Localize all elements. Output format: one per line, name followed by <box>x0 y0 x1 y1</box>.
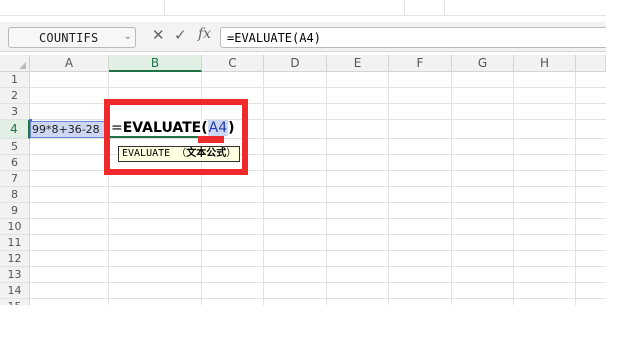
gridline <box>30 87 606 88</box>
row-header-7[interactable]: 7 <box>0 171 30 187</box>
close-icon[interactable]: ✕ <box>152 26 165 44</box>
gridline <box>30 250 606 251</box>
column-header-b[interactable]: B <box>109 55 202 72</box>
select-all-icon <box>19 62 26 69</box>
gridline <box>30 282 606 283</box>
name-box-value: COUNTIFS <box>39 31 99 45</box>
gridline <box>263 72 264 305</box>
reference-handle[interactable] <box>29 119 32 122</box>
gridline <box>30 186 606 187</box>
gridline <box>513 72 514 305</box>
cell-a4[interactable]: 99*8+36-28 <box>30 121 108 138</box>
column-header-a[interactable]: A <box>30 55 109 72</box>
top-strip <box>0 0 606 16</box>
row-header-10[interactable]: 10 <box>0 219 30 235</box>
column-header-e[interactable]: E <box>327 55 389 72</box>
chevron-down-icon[interactable]: ⌄ <box>124 31 132 42</box>
column-header-blank[interactable] <box>576 55 606 72</box>
row-header-8[interactable]: 8 <box>0 187 30 203</box>
highlight-frame <box>104 99 248 175</box>
column-header-h[interactable]: H <box>514 55 576 72</box>
row-header-12[interactable]: 12 <box>0 251 30 267</box>
gridline <box>388 72 389 305</box>
row-header-4[interactable]: 4 <box>0 120 30 139</box>
row-header-5[interactable]: 5 <box>0 139 30 155</box>
gridline <box>326 72 327 305</box>
column-header-g[interactable]: G <box>452 55 514 72</box>
row-header-9[interactable]: 9 <box>0 203 30 219</box>
gridline <box>30 202 606 203</box>
column-header-f[interactable]: F <box>389 55 452 72</box>
gridline <box>30 234 606 235</box>
gridline <box>451 72 452 305</box>
column-header-d[interactable]: D <box>264 55 327 72</box>
spreadsheet-grid[interactable]: A B C D E F G H 1 2 3 4 5 6 7 8 9 10 11 … <box>0 55 606 305</box>
highlight-mark <box>198 136 224 143</box>
row-header-6[interactable]: 6 <box>0 155 30 171</box>
row-header-13[interactable]: 13 <box>0 267 30 283</box>
top-strip-divider <box>0 0 165 16</box>
cell-a4-value: 99*8+36-28 <box>32 123 100 136</box>
gridline <box>30 218 606 219</box>
row-header-2[interactable]: 2 <box>0 88 30 104</box>
gridline <box>30 298 606 299</box>
row-header-15[interactable]: 15 <box>0 299 30 305</box>
row-header-14[interactable]: 14 <box>0 283 30 299</box>
formula-bar: COUNTIFS ⌄ ✕ ✓ fx =EVALUATE(A4) <box>0 22 606 52</box>
formula-text: =EVALUATE(A4) <box>227 31 321 45</box>
row-header-1[interactable]: 1 <box>0 72 30 88</box>
row-header-11[interactable]: 11 <box>0 235 30 251</box>
name-box[interactable]: COUNTIFS ⌄ <box>8 27 136 48</box>
top-strip-divider <box>165 0 405 16</box>
fx-icon[interactable]: fx <box>198 26 211 42</box>
row-header-3[interactable]: 3 <box>0 104 30 120</box>
gridline <box>575 72 576 305</box>
formula-input[interactable]: =EVALUATE(A4) <box>220 27 606 48</box>
select-all-corner[interactable] <box>0 55 30 72</box>
check-icon[interactable]: ✓ <box>174 26 187 44</box>
column-header-c[interactable]: C <box>202 55 264 72</box>
gridline <box>30 266 606 267</box>
top-strip-divider <box>405 0 445 16</box>
